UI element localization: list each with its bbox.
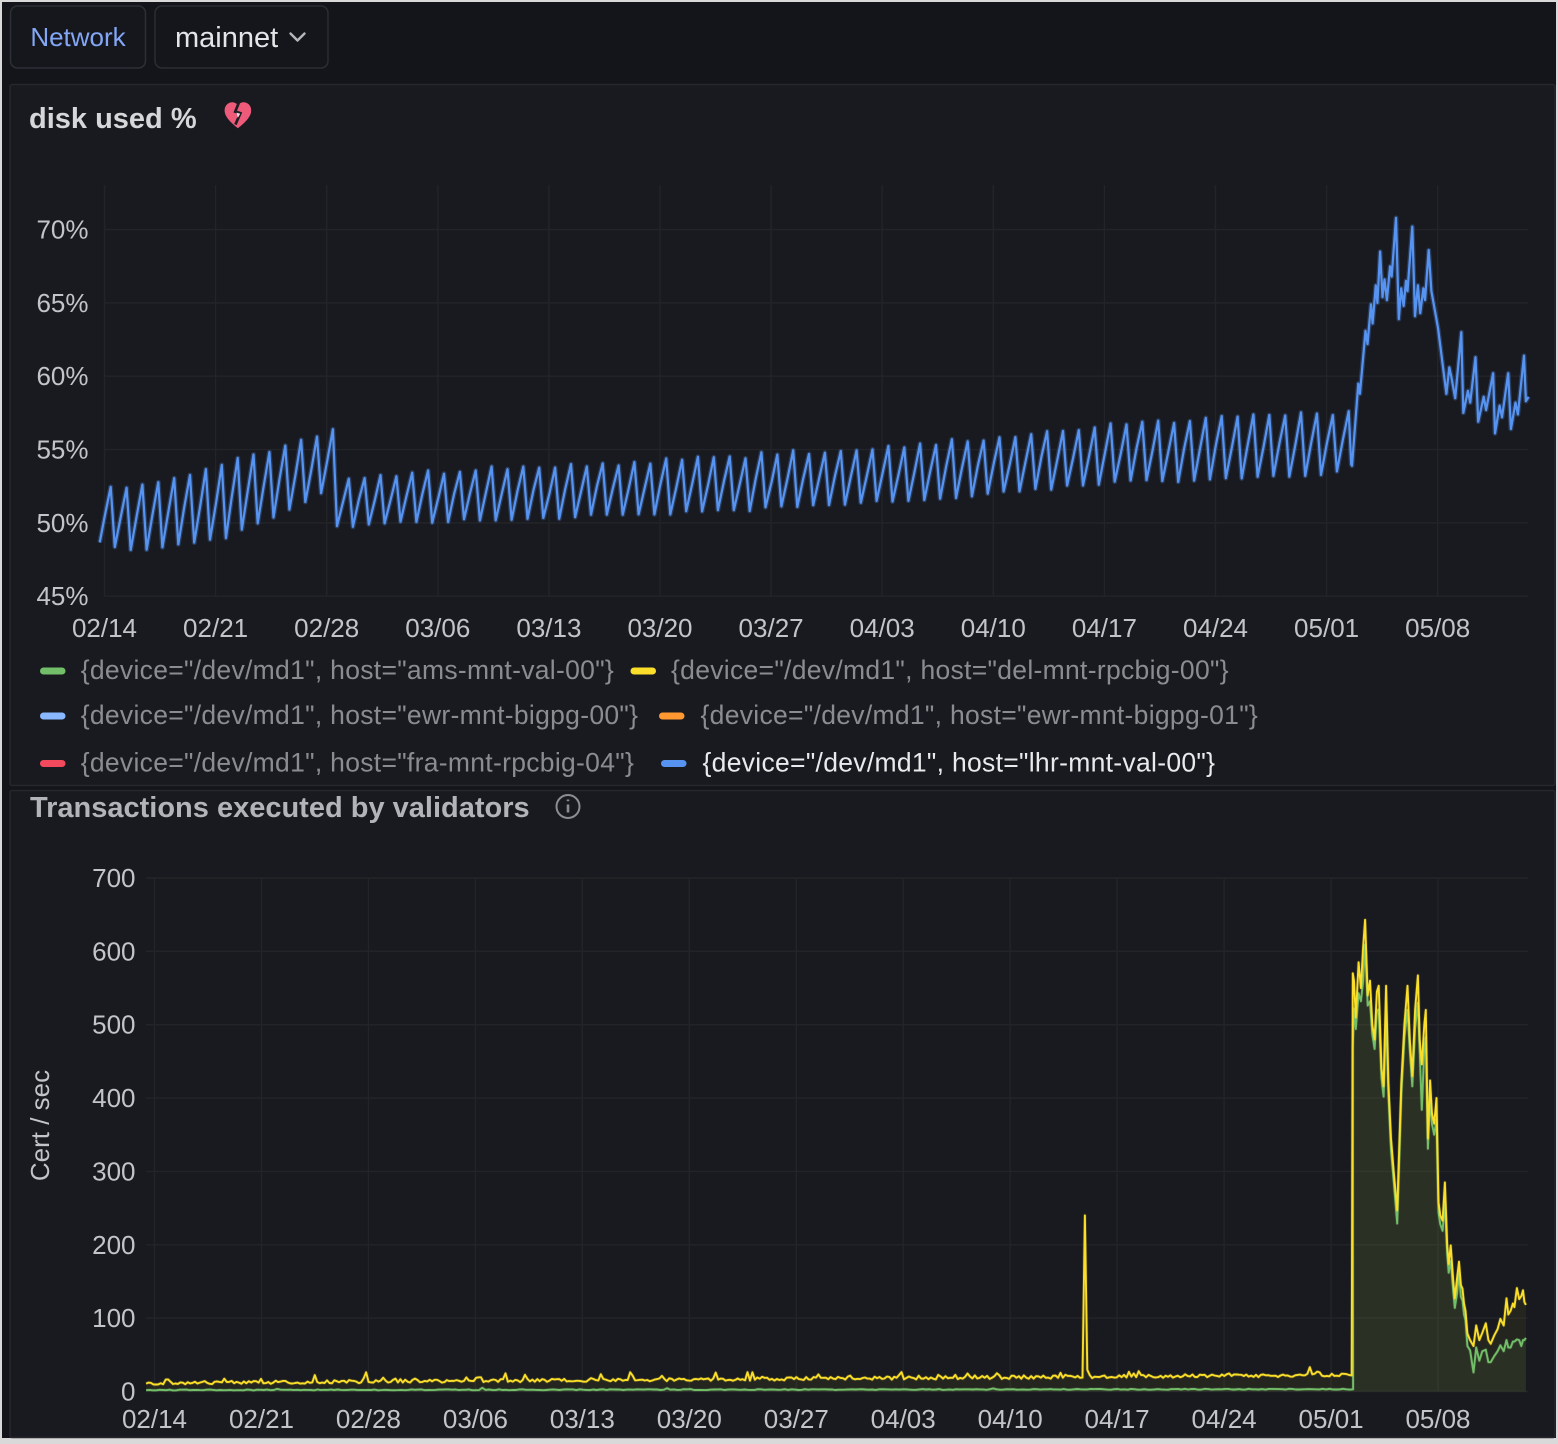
svg-text:{device="/dev/md1", host="ams-: {device="/dev/md1", host="ams-mnt-val-00… (81, 655, 614, 685)
svg-text:mainnet: mainnet (175, 22, 278, 54)
svg-text:{device="/dev/md1", host="ewr-: {device="/dev/md1", host="ewr-mnt-bigpg-… (701, 700, 1259, 730)
svg-text:300: 300 (92, 1156, 135, 1186)
svg-text:04/10: 04/10 (961, 613, 1026, 643)
svg-text:disk used %: disk used % (29, 103, 197, 135)
svg-text:02/28: 02/28 (336, 1404, 401, 1434)
svg-text:03/20: 03/20 (657, 1404, 722, 1434)
svg-text:04/17: 04/17 (1072, 613, 1137, 643)
svg-text:03/27: 03/27 (739, 613, 804, 643)
svg-text:50%: 50% (36, 508, 88, 538)
svg-text:400: 400 (92, 1083, 135, 1113)
svg-text:03/13: 03/13 (550, 1404, 615, 1434)
svg-text:{device="/dev/md1", host="fra-: {device="/dev/md1", host="fra-mnt-rpcbig… (81, 748, 634, 778)
svg-text:{device="/dev/md1", host="del-: {device="/dev/md1", host="del-mnt-rpcbig… (671, 655, 1229, 685)
svg-text:60%: 60% (36, 361, 88, 391)
svg-text:04/10: 04/10 (978, 1404, 1043, 1434)
svg-text:{device="/dev/md1", host="ewr-: {device="/dev/md1", host="ewr-mnt-bigpg-… (81, 700, 639, 730)
svg-text:700: 700 (92, 863, 135, 893)
svg-text:100: 100 (92, 1303, 135, 1333)
svg-text:200: 200 (92, 1230, 135, 1260)
svg-text:70%: 70% (36, 215, 88, 245)
svg-text:45%: 45% (36, 581, 88, 611)
svg-text:65%: 65% (36, 288, 88, 318)
svg-text:0: 0 (121, 1377, 135, 1407)
svg-text:Transactions executed by valid: Transactions executed by validators (30, 792, 530, 824)
svg-text:03/20: 03/20 (627, 613, 692, 643)
svg-text:03/06: 03/06 (443, 1404, 508, 1434)
svg-text:02/14: 02/14 (122, 1404, 187, 1434)
svg-text:04/24: 04/24 (1192, 1404, 1257, 1434)
svg-text:05/01: 05/01 (1294, 613, 1359, 643)
svg-text:Network: Network (30, 22, 126, 52)
svg-text:04/03: 04/03 (850, 613, 915, 643)
svg-text:Cert / sec: Cert / sec (25, 1070, 55, 1181)
svg-text:04/03: 04/03 (871, 1404, 936, 1434)
svg-text:04/24: 04/24 (1183, 613, 1248, 643)
svg-text:02/28: 02/28 (294, 613, 359, 643)
svg-text:03/27: 03/27 (764, 1404, 829, 1434)
svg-text:600: 600 (92, 936, 135, 966)
svg-text:03/13: 03/13 (516, 613, 581, 643)
svg-text:55%: 55% (36, 435, 88, 465)
svg-text:500: 500 (92, 1010, 135, 1040)
svg-text:05/01: 05/01 (1299, 1404, 1364, 1434)
svg-text:02/21: 02/21 (183, 613, 248, 643)
svg-text:{device="/dev/md1", host="lhr-: {device="/dev/md1", host="lhr-mnt-val-00… (703, 748, 1216, 778)
svg-text:04/17: 04/17 (1085, 1404, 1150, 1434)
svg-text:05/08: 05/08 (1405, 1404, 1470, 1434)
svg-text:02/21: 02/21 (229, 1404, 294, 1434)
svg-text:02/14: 02/14 (72, 613, 137, 643)
svg-text:05/08: 05/08 (1405, 613, 1470, 643)
svg-text:03/06: 03/06 (405, 613, 470, 643)
